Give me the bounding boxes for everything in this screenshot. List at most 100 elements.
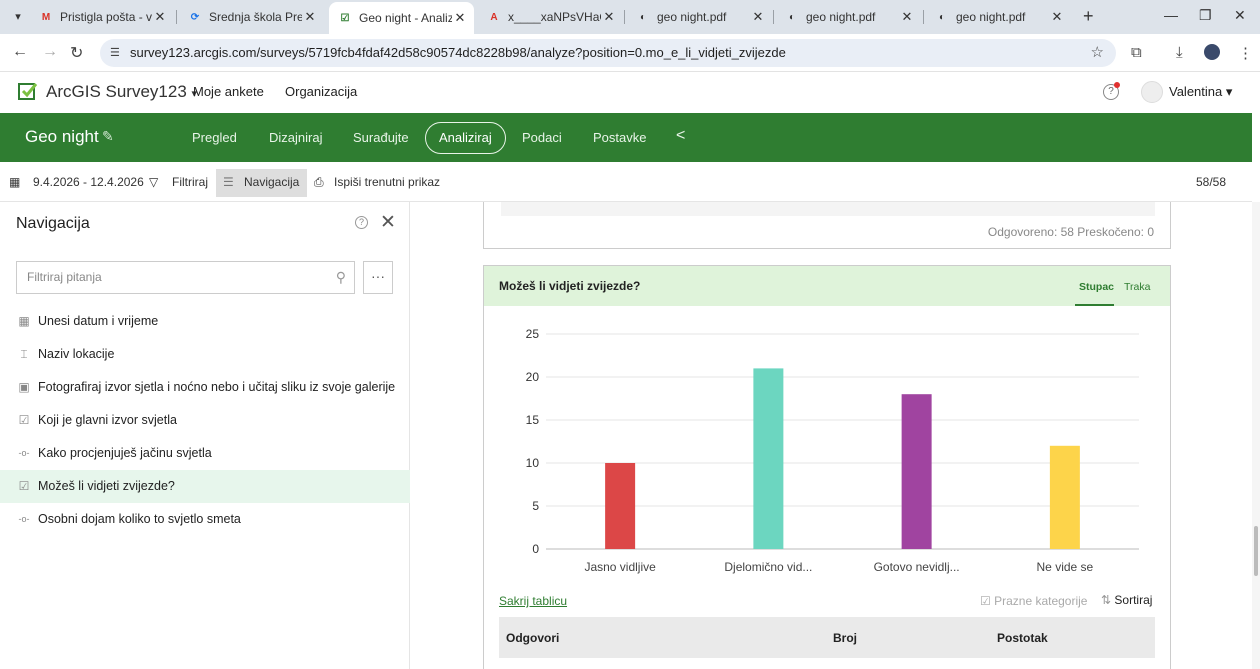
tab-close-icon[interactable]: ✕ <box>152 9 168 25</box>
browser-tab[interactable]: ◐ geo night.pdf ✕ <box>926 4 1071 30</box>
checkbox-icon: ☑ <box>18 479 30 493</box>
reload-icon[interactable]: ↻ <box>70 43 83 63</box>
tab-label: Geo night - Analiziraj <box>359 11 452 25</box>
bar-chart: 0 5 10 15 20 25 Jasno vidljive Djelomično vid..… <box>526 327 1139 574</box>
filter-icon: ▽ <box>149 175 159 189</box>
scrollbar-thumb[interactable] <box>1254 526 1258 576</box>
tab-favicon-icon: ☑ <box>340 12 350 24</box>
question-nav-item[interactable]: ▣ Fotografiraj izvor sjetla i noćno nebo … <box>0 371 410 404</box>
bar[interactable] <box>1049 445 1080 549</box>
header-answers[interactable]: Odgovori <box>506 631 559 645</box>
minimize-icon[interactable]: — <box>1164 7 1178 23</box>
bar[interactable] <box>605 463 636 549</box>
profile-icon[interactable] <box>1204 44 1220 60</box>
y-tick-label: 15 <box>526 413 540 427</box>
avatar[interactable] <box>1141 81 1163 103</box>
page-scrollbar[interactable] <box>1252 202 1260 669</box>
site-info-icon[interactable]: ☰ <box>110 39 120 67</box>
question-nav-item[interactable]: -o- Kako procjenjuješ jačinu svjetla <box>0 437 410 470</box>
tab-close-icon[interactable]: ✕ <box>899 9 915 25</box>
header-count[interactable]: Broj <box>833 631 857 645</box>
tab-favicon-icon: M <box>41 11 51 23</box>
calendar-icon: ▦ <box>18 314 30 328</box>
sort-button[interactable]: ⇅ Sortiraj <box>1101 593 1152 607</box>
question-nav-label: Osobni dojam koliko to svjetlo smeta <box>38 512 241 526</box>
window-close-icon[interactable]: ✕ <box>1234 7 1246 24</box>
question-nav-item[interactable]: ⌶ Naziv lokacije <box>0 338 410 371</box>
bar[interactable] <box>753 368 784 549</box>
browser-tab[interactable]: ⟳ Srednja škola Prelog✕ <box>179 4 324 30</box>
bookmark-star-icon[interactable]: ☆ <box>1091 39 1104 67</box>
url-text: survey123.arcgis.com/surveys/5719fcb4fda… <box>130 45 786 60</box>
app-header: ArcGIS Survey123 ▾ Moje ankete Organizac… <box>0 72 1260 113</box>
tab-close-icon[interactable]: ✕ <box>452 10 468 26</box>
question-nav-label: Možeš li vidjeti zvijezde? <box>38 479 175 493</box>
tab-label: geo night.pdf <box>806 10 876 24</box>
back-icon[interactable]: ← <box>12 43 28 61</box>
question-nav-item[interactable]: ☑ Koji je glavni izvor svjetla <box>0 404 410 437</box>
browser-tab[interactable]: ◐ geo night.pdf ✕ <box>776 4 921 30</box>
print-button[interactable]: Ispiši trenutni prikaz <box>334 175 440 189</box>
table-header-row: Odgovori Broj Postotak <box>499 617 1155 658</box>
close-icon[interactable]: ✕ <box>380 211 396 234</box>
tab-close-icon[interactable]: ✕ <box>750 9 766 25</box>
header-percent[interactable]: Postotak <box>997 631 1048 645</box>
question-nav-item[interactable]: ▦ Unesi datum i vrijeme <box>0 305 410 338</box>
answer-stats: Odgovoreno: 58 Preskočeno: 0 <box>987 225 1154 239</box>
edit-pencil-icon[interactable]: ✎ <box>102 128 114 145</box>
forward-icon[interactable]: → <box>42 43 58 61</box>
tab-close-icon[interactable]: ✕ <box>601 9 617 25</box>
view-tab-column[interactable]: Stupac <box>1079 281 1114 293</box>
tab-search-dropdown-icon[interactable]: ▾ <box>8 7 28 27</box>
tab-close-icon[interactable]: ✕ <box>302 9 318 25</box>
navigation-button-label: Navigacija <box>244 175 300 189</box>
bar[interactable] <box>901 394 932 549</box>
y-tick-label: 10 <box>526 456 540 470</box>
browser-tab-bar: ▾ MPristigla pošta - valen✕⟳Srednja škol… <box>0 0 1260 34</box>
browser-tab[interactable]: M Pristigla pošta - valen✕ <box>30 4 174 30</box>
y-tick-label: 0 <box>532 542 539 556</box>
tab-settings[interactable]: Postavke <box>593 130 646 145</box>
survey-nav-bar: Geo night ✎ Pregled Dizajniraj Surađujte… <box>0 113 1252 162</box>
question-card: Možeš li vidjeti zvijezde? Stupac Traka … <box>483 265 1171 669</box>
question-nav-item[interactable]: -o- Osobni dojam koliko to svjetlo smeta <box>0 503 410 536</box>
active-tab-indicator <box>1075 304 1114 306</box>
nav-organization[interactable]: Organizacija <box>285 84 357 99</box>
hide-table-link[interactable]: Sakrij tablicu <box>499 594 567 608</box>
tab-design[interactable]: Dizajniraj <box>269 130 322 145</box>
question-title: Možeš li vidjeti zvijezde? <box>499 279 641 293</box>
tab-overview[interactable]: Pregled <box>192 130 237 145</box>
empty-categories-toggle[interactable]: ☑ Prazne kategorije <box>980 594 1087 608</box>
tab-label: Srednja škola Prelog <box>209 10 302 24</box>
download-icon[interactable]: ⤓ <box>1176 44 1183 61</box>
more-options-button[interactable]: ··· <box>363 261 393 294</box>
url-field[interactable]: ☰ survey123.arcgis.com/surveys/5719fcb4f… <box>100 39 1116 67</box>
tab-analyze[interactable]: Analiziraj <box>425 122 506 154</box>
browser-tab[interactable]: ☑ Geo night - Analiziraj✕ <box>329 2 474 34</box>
browser-tab[interactable]: ◐ geo night.pdf ✕ <box>627 4 772 30</box>
filter-button[interactable]: Filtriraj <box>172 175 208 189</box>
new-tab-button[interactable]: + <box>1083 6 1094 27</box>
browser-menu-icon[interactable]: ⋮ <box>1238 44 1253 62</box>
question-nav-item[interactable]: ☑ Možeš li vidjeti zvijezde? <box>0 470 410 503</box>
tab-separator <box>773 10 774 24</box>
user-menu[interactable]: Valentina ▾ <box>1169 84 1232 100</box>
nav-my-surveys[interactable]: Moje ankete <box>193 84 264 99</box>
restore-icon[interactable]: ❐ <box>1199 7 1212 24</box>
extensions-icon[interactable]: ⧉ <box>1131 44 1142 61</box>
tab-close-icon[interactable]: ✕ <box>1049 9 1065 25</box>
share-icon[interactable]: < <box>676 127 685 145</box>
help-icon[interactable]: ? <box>355 216 368 229</box>
question-filter-input[interactable]: Filtriraj pitanja ⚲ <box>16 261 355 294</box>
question-nav-label: Fotografiraj izvor sjetla i noćno nebo i… <box>38 380 396 394</box>
image-icon: ▣ <box>18 380 30 394</box>
tab-collaborate[interactable]: Surađujte <box>353 130 409 145</box>
text-field-icon: ⌶ <box>20 347 28 361</box>
date-range[interactable]: 9.4.2026 - 12.4.2026 <box>33 175 144 189</box>
browser-tab[interactable]: Ax____xaNPsVHaOna✕ <box>478 4 623 30</box>
tab-label: x____xaNPsVHaOna <box>508 10 601 24</box>
x-tick-label: Gotovo nevidlj... <box>874 560 960 574</box>
app-title[interactable]: ArcGIS Survey123 ▾ <box>46 82 197 102</box>
tab-data[interactable]: Podaci <box>522 130 562 145</box>
view-tab-bar[interactable]: Traka <box>1124 281 1150 293</box>
